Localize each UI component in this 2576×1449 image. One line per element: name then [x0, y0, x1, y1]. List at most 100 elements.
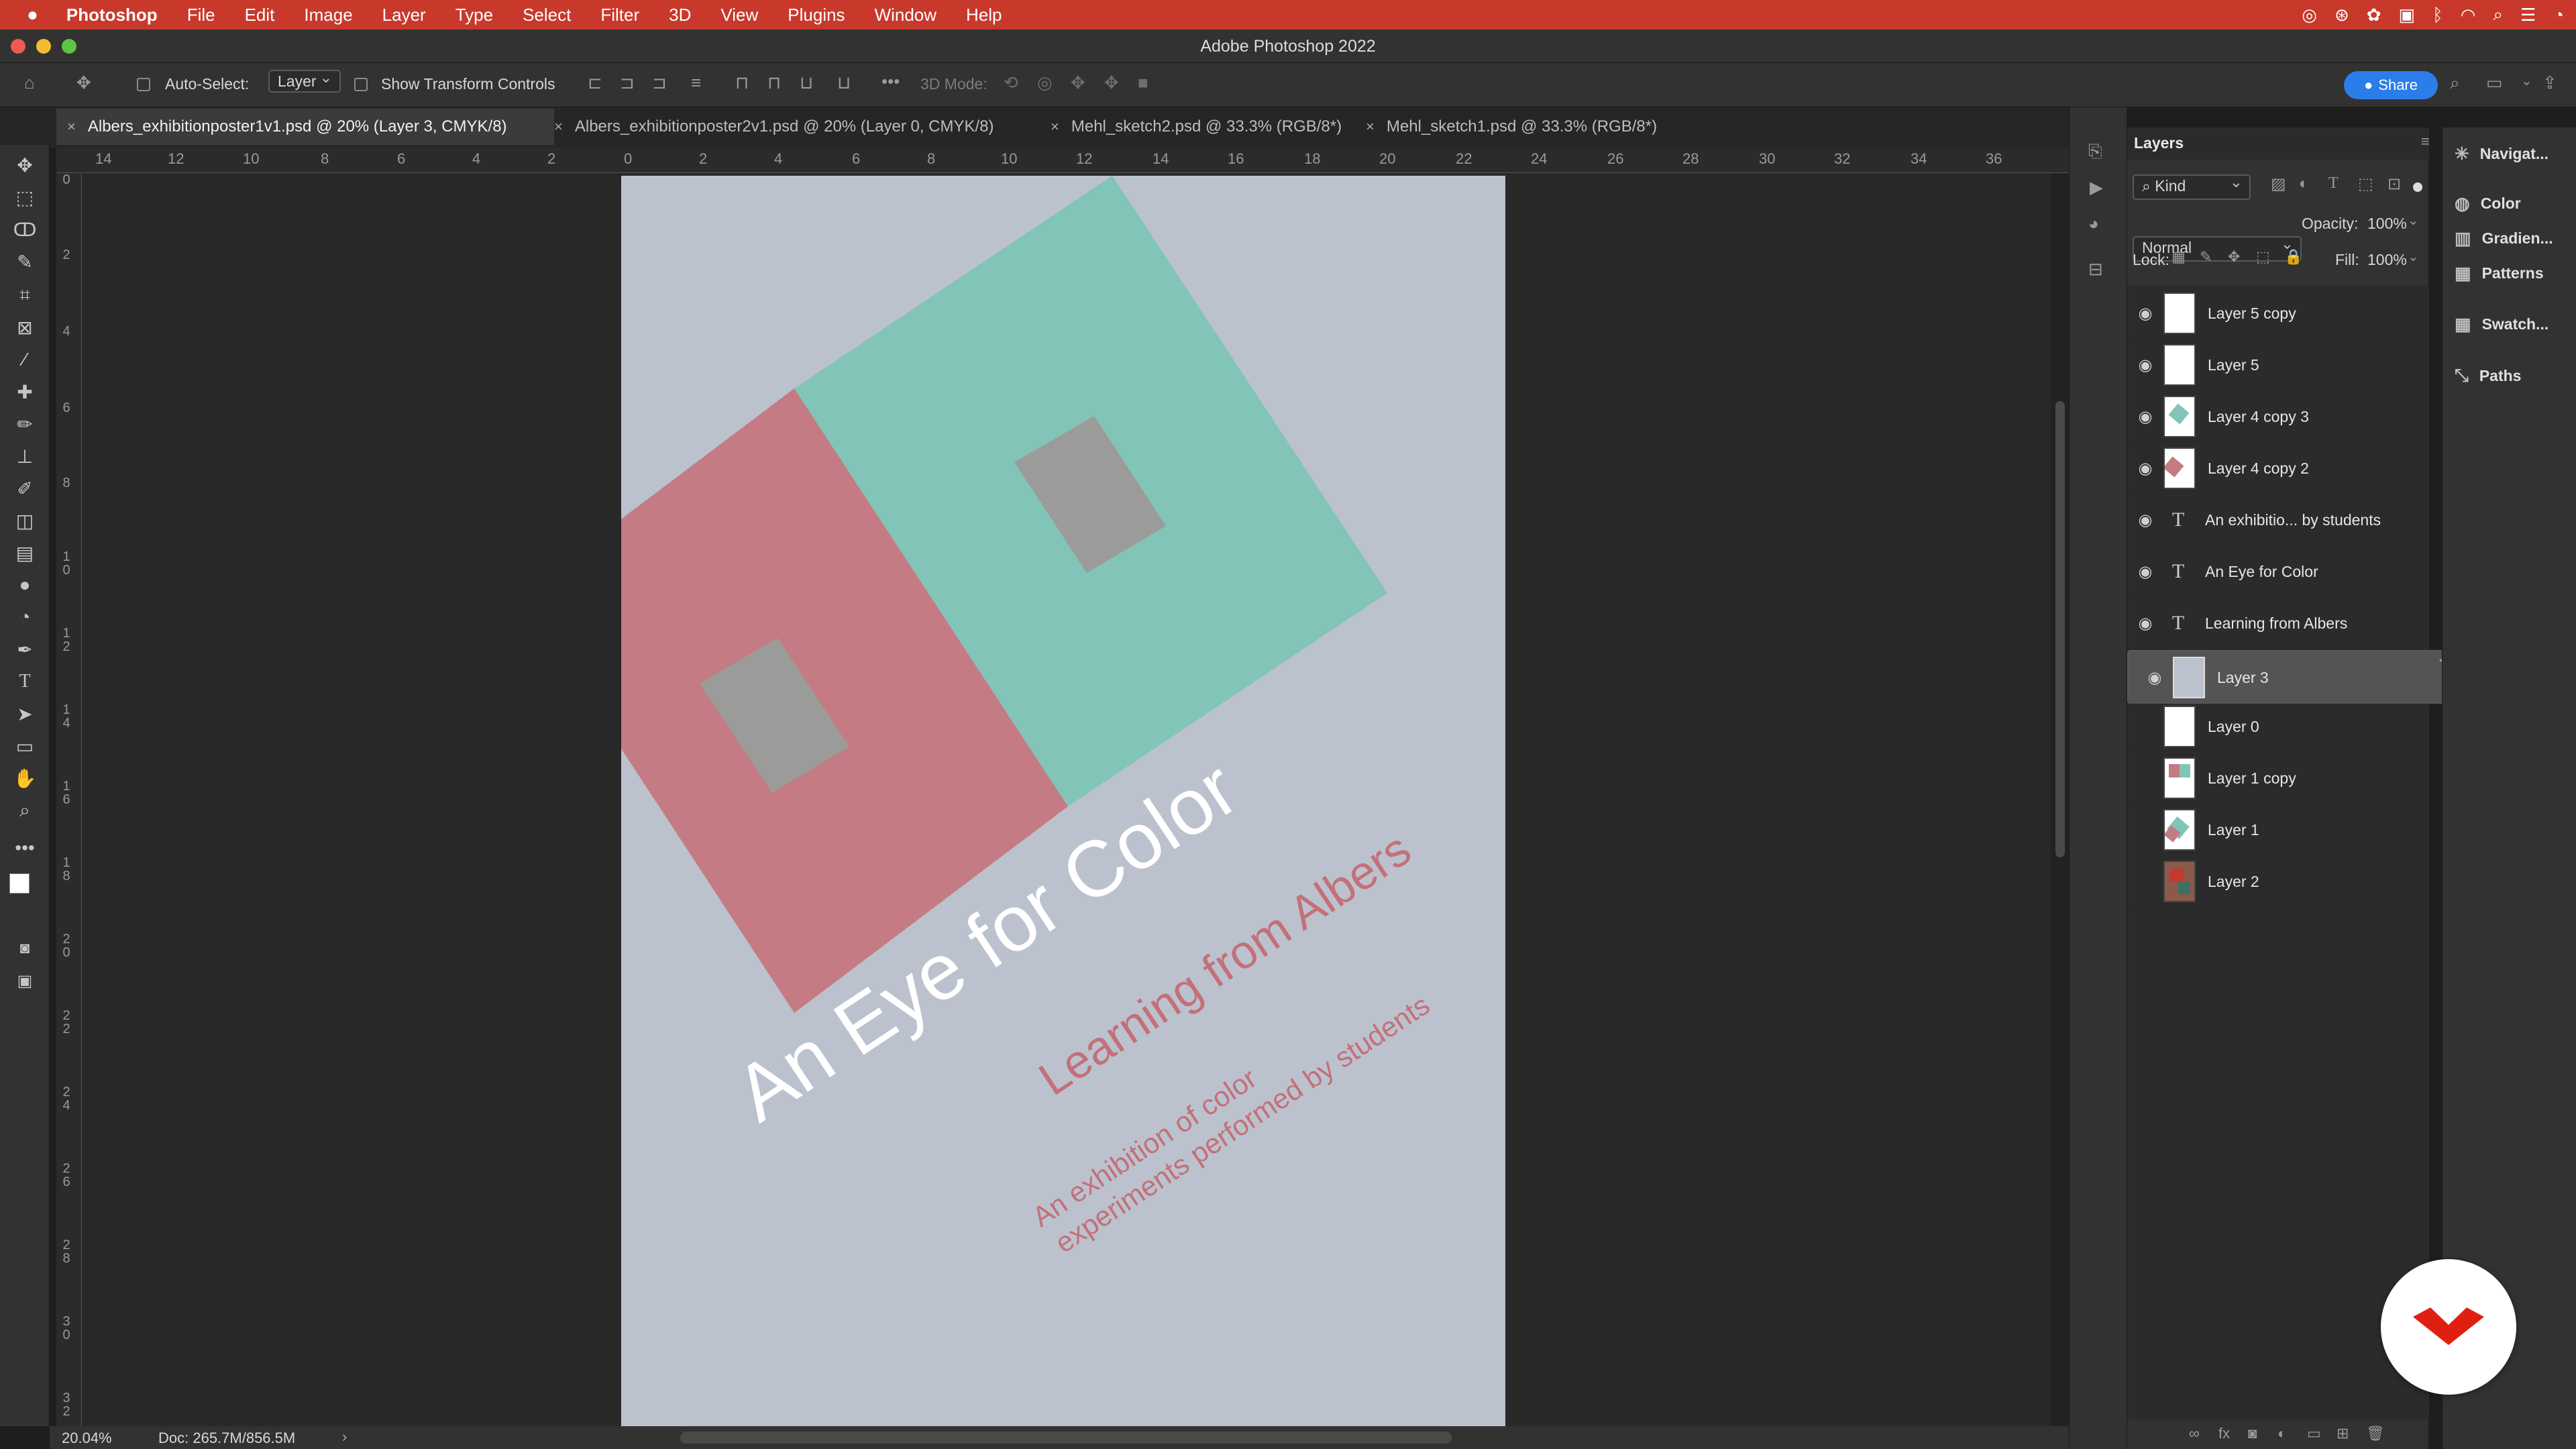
filter-smart-object-icon[interactable]: ⊡	[2387, 174, 2401, 194]
pen-tool-icon[interactable]: ✒	[0, 633, 50, 665]
layer-row[interactable]: ◉ Layer 5	[2127, 340, 2424, 390]
apple-icon[interactable]: ●	[27, 4, 38, 25]
3d-pan-icon[interactable]: ✥	[1071, 72, 1085, 93]
foreground-color-swatch[interactable]	[9, 873, 30, 894]
menu-view[interactable]: View	[720, 5, 758, 25]
lock-artboard-icon[interactable]: ⬚	[2256, 248, 2270, 266]
history-panel-icon[interactable]: ⎘	[2088, 141, 2102, 162]
opacity-chevron-icon[interactable]: ⌄	[2408, 212, 2419, 229]
close-tab-icon[interactable]: ×	[67, 118, 76, 136]
menu-plugins[interactable]: Plugins	[788, 5, 845, 25]
crop-tool-icon[interactable]: ⌗	[0, 279, 50, 311]
layer-row[interactable]: ◉ T An Eye for Color	[2127, 547, 2424, 597]
menu-window[interactable]: Window	[875, 5, 936, 25]
tab-document-3[interactable]: × Mehl_sketch2.psd @ 33.3% (RGB/8*)	[1040, 109, 1366, 145]
dodge-tool-icon[interactable]: ◔	[0, 601, 50, 633]
lasso-tool-icon[interactable]: ↀ	[0, 213, 50, 246]
menu-layer[interactable]: Layer	[382, 5, 426, 25]
fill-value[interactable]: 100%	[2367, 251, 2407, 269]
clone-stamp-tool-icon[interactable]: ⊥	[0, 440, 50, 472]
move-tool-options-icon[interactable]: ✥	[76, 72, 91, 93]
marquee-tool-icon[interactable]: ⬚	[0, 181, 50, 213]
filter-pixel-icon[interactable]: ▨	[2271, 174, 2286, 194]
eyedropper-tool-icon[interactable]: ⁄	[0, 343, 50, 376]
layer-row-selected[interactable]: ◉ Layer 3	[2127, 649, 2457, 704]
layer-row[interactable]: ◉ Layer 4 copy 3	[2127, 392, 2424, 442]
menu-image[interactable]: Image	[304, 5, 352, 25]
rectangle-tool-icon[interactable]: ▭	[0, 730, 50, 762]
align-center-icon[interactable]: ⊐	[620, 72, 635, 93]
home-icon[interactable]: ⌂	[24, 72, 35, 93]
auto-select-dropdown[interactable]: Layer	[268, 70, 341, 93]
wifi-icon[interactable]: ◠	[2461, 5, 2476, 25]
close-tab-icon[interactable]: ×	[554, 118, 563, 136]
filter-toggle-icon[interactable]	[2413, 182, 2422, 192]
align-top-icon[interactable]: ⊓	[735, 72, 749, 93]
quick-mask-icon[interactable]: ◙	[0, 932, 50, 965]
fill-chevron-icon[interactable]: ⌄	[2408, 248, 2419, 265]
filter-kind-dropdown[interactable]: ⌕ Kind	[2133, 173, 2251, 200]
hand-tool-icon[interactable]: ✋	[0, 762, 50, 794]
visibility-eye-icon[interactable]: ◉	[2127, 407, 2163, 427]
edit-toolbar-icon[interactable]: •••	[0, 832, 50, 864]
layers-panel-title[interactable]: Layers	[2134, 134, 2184, 152]
3d-roll-icon[interactable]: ◎	[1037, 72, 1053, 93]
visibility-eye-icon[interactable]: ◉	[2127, 459, 2163, 478]
add-mask-icon[interactable]: ◙	[2248, 1425, 2257, 1442]
lock-pixels-icon[interactable]: ✎	[2200, 248, 2212, 266]
distribute-icon[interactable]: ≡	[691, 72, 701, 93]
lock-all-icon[interactable]: 🔒	[2284, 248, 2302, 266]
navigator-panel-button[interactable]: ✳ Navigat...	[2455, 144, 2548, 164]
color-panel-button[interactable]: ◍ Color	[2455, 193, 2521, 214]
vertical-scrollbar-thumb[interactable]	[2055, 401, 2065, 857]
opacity-value[interactable]: 100%	[2367, 215, 2407, 233]
menu-filter[interactable]: Filter	[600, 5, 639, 25]
spotlight-search-icon[interactable]: ⌕	[2493, 4, 2503, 25]
search-icon[interactable]: ⌕	[2450, 72, 2460, 94]
zoom-tool-icon[interactable]: ⌕	[0, 794, 50, 826]
creative-cloud-icon[interactable]: ◎	[2302, 5, 2317, 25]
gradients-panel-button[interactable]: ▥ Gradien...	[2455, 228, 2553, 249]
layer-row[interactable]: ◉ T An exhibitio... by students	[2127, 495, 2424, 545]
menu-3d[interactable]: 3D	[669, 5, 691, 25]
close-tab-icon[interactable]: ×	[1051, 118, 1059, 136]
distribute-vertical-icon[interactable]: ⊔	[837, 72, 851, 93]
menu-help[interactable]: Help	[966, 5, 1002, 25]
layer-row[interactable]: Layer 2	[2127, 857, 2424, 907]
actions-panel-icon[interactable]: ▶	[2090, 177, 2103, 198]
tab-document-1[interactable]: × Albers_exhibitionposter1v1.psd @ 20% (…	[56, 109, 554, 145]
status-menu-chevron-icon[interactable]: ›	[342, 1428, 347, 1446]
menu-edit[interactable]: Edit	[245, 5, 275, 25]
visibility-eye-icon[interactable]: ◉	[2127, 562, 2163, 582]
lock-transparency-icon[interactable]: ▦	[2171, 248, 2186, 266]
eraser-tool-icon[interactable]: ◫	[0, 504, 50, 537]
path-select-tool-icon[interactable]: ➤	[0, 698, 50, 730]
flower-icon[interactable]: ✿	[2367, 5, 2381, 25]
link-layers-icon[interactable]: ∞	[2189, 1425, 2200, 1442]
layer-row[interactable]: Layer 0	[2127, 702, 2424, 752]
quick-select-tool-icon[interactable]: ✎	[0, 246, 50, 278]
horizontal-scrollbar-thumb[interactable]	[680, 1432, 1452, 1444]
visibility-eye-icon[interactable]: ◉	[2127, 304, 2163, 323]
lock-position-icon[interactable]: ✥	[2228, 248, 2240, 266]
show-transform-checkbox[interactable]	[354, 78, 368, 91]
layer-row[interactable]: Layer 1	[2127, 805, 2424, 855]
measurement-panel-icon[interactable]: ⊟	[2088, 259, 2103, 280]
more-options-icon[interactable]: •••	[881, 71, 900, 92]
new-layer-icon[interactable]: ⊞	[2337, 1425, 2349, 1442]
3d-camera-icon[interactable]: ■	[1138, 72, 1148, 93]
tab-document-2[interactable]: × Albers_exhibitionposter2v1.psd @ 20% (…	[543, 109, 1051, 145]
visibility-eye-icon[interactable]: ◉	[2127, 614, 2163, 633]
align-right-icon[interactable]: ⊐	[652, 72, 667, 93]
screen-icon[interactable]: ▣	[2399, 5, 2416, 25]
3d-slide-icon[interactable]: ✥	[1104, 72, 1119, 93]
align-left-icon[interactable]: ⊏	[588, 72, 602, 93]
blur-tool-icon[interactable]: ●	[0, 569, 50, 601]
filter-type-icon[interactable]: T	[2328, 174, 2339, 193]
workspace-icon[interactable]: ▭	[2486, 72, 2503, 93]
workspace-chevron-icon[interactable]: ⌄	[2521, 72, 2532, 89]
layer-row[interactable]: ◉ T Learning from Albers	[2127, 598, 2424, 649]
3d-orbit-icon[interactable]: ⟲	[1004, 72, 1018, 93]
adjustments-panel-icon[interactable]: ◕	[2088, 213, 2099, 234]
filter-shape-icon[interactable]: ⬚	[2358, 174, 2373, 194]
